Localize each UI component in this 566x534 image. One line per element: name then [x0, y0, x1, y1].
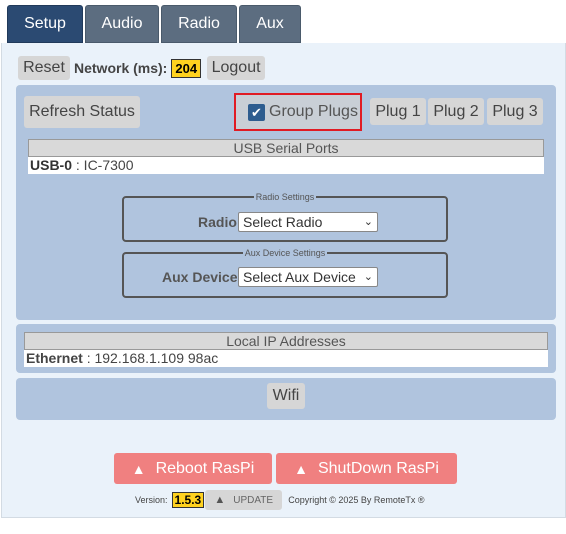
shutdown-raspi-button[interactable]: ▲ ShutDown RasPi [276, 453, 457, 484]
plug-3-button[interactable]: Plug 3 [487, 98, 543, 125]
footer: Version: 1.5.3 ▲ UPDATE Copyright © 2025… [135, 490, 425, 510]
ip-addresses-header: Local IP Addresses [24, 332, 548, 350]
plug-2-button[interactable]: Plug 2 [428, 98, 484, 125]
aux-settings-legend: Aux Device Settings [244, 248, 326, 258]
top-bar: Reset Network (ms): 204 Logout [18, 56, 266, 80]
usb-ports-header: USB Serial Ports [28, 139, 544, 157]
ip-interface-name: Ethernet [26, 350, 83, 366]
warning-icon: ▲ [294, 460, 308, 477]
group-plugs-label: Group Plugs [269, 103, 358, 120]
update-button[interactable]: ▲ UPDATE [205, 490, 283, 510]
plug-1-button[interactable]: Plug 1 [370, 98, 426, 125]
refresh-status-button[interactable]: Refresh Status [24, 96, 140, 128]
aux-device-label: Aux Device [162, 269, 238, 285]
network-latency-badge: 204 [171, 58, 202, 78]
copyright-text: Copyright © 2025 By RemoteTx ® [288, 495, 425, 505]
radio-label: Radio [198, 214, 237, 230]
reset-button[interactable]: Reset [18, 56, 70, 80]
group-plugs-checkbox[interactable]: ✔ [248, 103, 265, 121]
tab-audio[interactable]: Audio [85, 5, 159, 43]
reboot-raspi-button[interactable]: ▲ Reboot RasPi [114, 453, 272, 484]
warning-icon: ▲ [214, 494, 226, 506]
logout-button[interactable]: Logout [207, 56, 266, 80]
ip-address-row: Ethernet : 192.168.1.109 98ac [24, 350, 548, 367]
reboot-label: Reboot RasPi [155, 459, 255, 477]
chevron-down-icon: ⌄ [363, 216, 373, 228]
usb-port-row: USB-0 : IC-7300 [28, 157, 544, 174]
radio-settings-legend: Radio Settings [255, 192, 315, 202]
update-label: UPDATE [233, 494, 274, 506]
tab-setup[interactable]: Setup [7, 5, 83, 43]
version-label: Version: [135, 495, 168, 505]
group-plugs-toggle[interactable]: ✔ Group Plugs [234, 93, 362, 131]
ip-address-value: : 192.168.1.109 98ac [86, 350, 219, 366]
warning-icon: ▲ [131, 460, 146, 477]
tab-radio[interactable]: Radio [161, 5, 237, 43]
version-badge: 1.5.3 [171, 492, 205, 508]
tab-bar: Setup Audio Radio Aux [7, 5, 303, 43]
radio-select-value: Select Radio [243, 214, 323, 230]
radio-select[interactable]: Select Radio ⌄ [238, 212, 378, 232]
wifi-button[interactable]: Wifi [267, 383, 305, 409]
aux-select-value: Select Aux Device [243, 269, 356, 285]
usb-port-name: USB-0 [30, 157, 73, 173]
network-label: Network (ms): [74, 60, 168, 76]
tab-aux[interactable]: Aux [239, 5, 301, 43]
chevron-down-icon: ⌄ [363, 271, 373, 283]
usb-port-device: : IC-7300 [75, 157, 134, 173]
shutdown-label: ShutDown RasPi [317, 459, 439, 477]
aux-device-select[interactable]: Select Aux Device ⌄ [238, 267, 378, 287]
